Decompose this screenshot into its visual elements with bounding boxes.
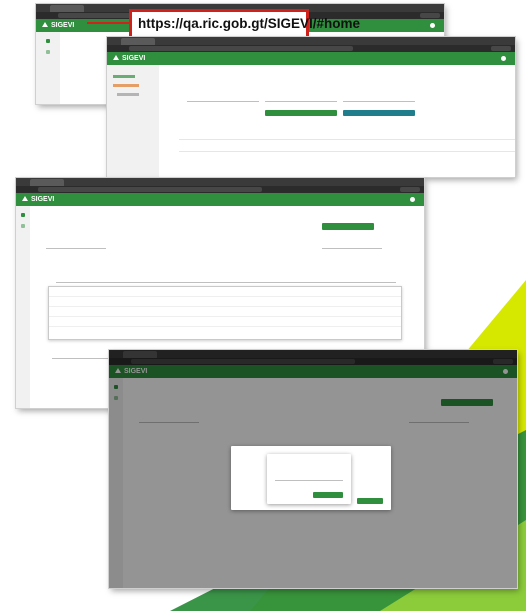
person-select[interactable] [56, 270, 396, 283]
url-callout-text: https://qa.ric.gob.gt/SIGEVI/#home [138, 16, 361, 31]
table-header-row [179, 133, 515, 140]
confirm-sign-dialog [267, 454, 351, 504]
dropdown-option[interactable] [49, 297, 401, 307]
user-menu[interactable] [430, 22, 438, 29]
screenshot-search: SIGEVI [107, 37, 515, 177]
app-header: SIGEVI [16, 193, 424, 206]
sidebar [16, 206, 30, 408]
app-brand: SIGEVI [42, 21, 74, 30]
browser-tabbar [16, 178, 424, 186]
sidebar [107, 65, 159, 177]
results-table [179, 133, 515, 173]
sigevi-logo-icon [113, 55, 119, 60]
dropdown-option[interactable] [49, 287, 401, 297]
dropdown-option[interactable] [49, 327, 401, 336]
browser-tab[interactable] [121, 38, 155, 45]
user-avatar-icon [410, 197, 415, 202]
number-field[interactable] [322, 238, 382, 249]
callout-leader-line [87, 22, 130, 24]
sidebar [36, 32, 60, 104]
browser-tab[interactable] [30, 179, 64, 186]
clear-button[interactable] [343, 110, 415, 116]
url-callout: https://qa.ric.gob.gt/SIGEVI/#home [129, 9, 360, 39]
confirm-field[interactable] [275, 470, 343, 481]
app-brand: SIGEVI [22, 195, 54, 204]
dropdown-option[interactable] [49, 307, 401, 317]
filter-field-2[interactable] [265, 93, 337, 102]
screenshot-confirm-modal: SIGEVI [109, 350, 517, 588]
filter-field-3[interactable] [343, 93, 415, 102]
user-avatar-icon [501, 56, 506, 61]
user-avatar-icon [430, 23, 435, 28]
sigevi-logo-icon [22, 196, 28, 201]
date-field[interactable] [46, 238, 106, 249]
table-row[interactable] [179, 145, 515, 152]
outer-dialog-action-button[interactable] [357, 498, 383, 504]
app-brand: SIGEVI [113, 54, 145, 63]
save-button[interactable] [322, 223, 374, 230]
filter-field-1[interactable] [187, 93, 259, 102]
cancel-button[interactable] [275, 492, 305, 498]
sigevi-logo-icon [42, 22, 48, 27]
user-menu[interactable] [501, 55, 509, 62]
browser-address-bar[interactable] [107, 45, 515, 52]
confirm-button[interactable] [313, 492, 343, 498]
app-header: SIGEVI [107, 52, 515, 65]
search-button[interactable] [265, 110, 337, 116]
dropdown-option[interactable] [49, 317, 401, 327]
browser-tab[interactable] [50, 5, 84, 12]
user-menu[interactable] [410, 196, 418, 203]
browser-tabbar [107, 37, 515, 45]
browser-address-bar[interactable] [16, 186, 424, 193]
person-dropdown-list [48, 286, 402, 340]
